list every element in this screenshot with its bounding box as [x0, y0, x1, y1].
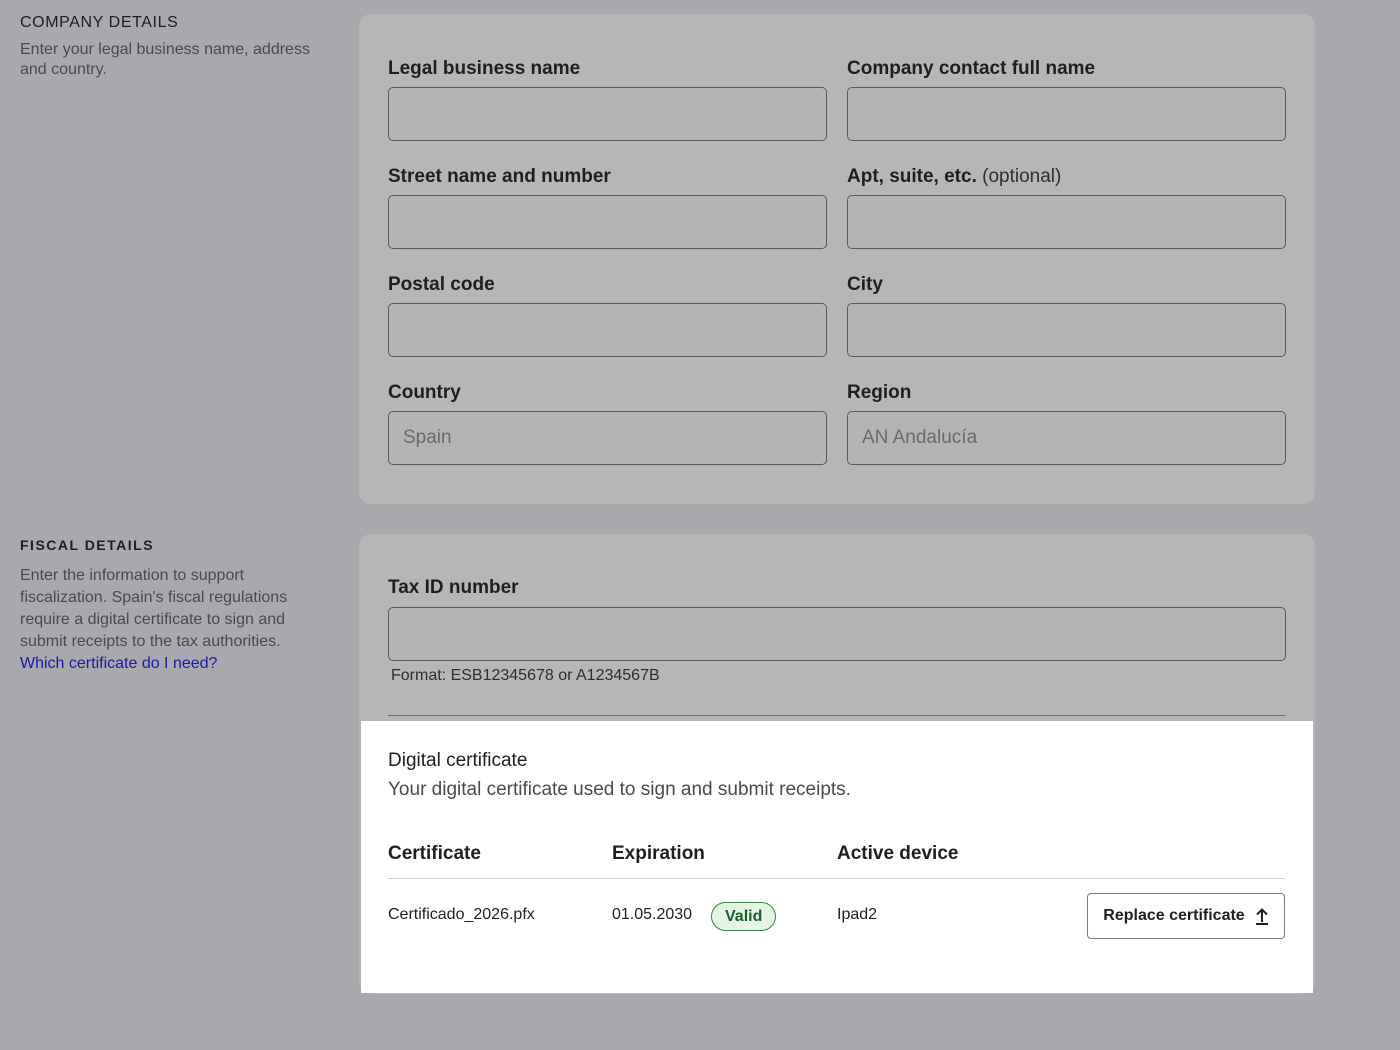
apt-label: Apt, suite, etc. (optional) [847, 166, 1061, 188]
country-select[interactable]: Spain [388, 411, 827, 465]
certificate-expiration-date: 01.05.2030 [612, 906, 693, 923]
fiscal-details-description: Enter the information to support fiscali… [20, 567, 288, 650]
city-input[interactable] [847, 303, 1286, 357]
upload-icon [1255, 907, 1269, 925]
postal-code-label: Postal code [388, 274, 495, 295]
status-badge: Valid [711, 902, 777, 931]
digital-certificate-panel: Digital certificate Your digital certifi… [361, 721, 1313, 993]
street-label: Street name and number [388, 166, 611, 187]
legal-business-name-label: Legal business name [388, 58, 581, 79]
table-header-divider [388, 878, 1285, 879]
column-header-expiration: Expiration [612, 843, 705, 864]
optional-tag: (optional) [982, 166, 1062, 187]
region-select[interactable]: AN Andalucía [847, 411, 1286, 465]
fiscal-details-intro: FISCAL DETAILS Enter the information to … [20, 537, 330, 675]
company-details-intro: COMPANY DETAILS Enter your legal busines… [20, 14, 330, 80]
certificate-file-name: Certificado_2026.pfx [388, 906, 535, 923]
column-header-certificate: Certificate [388, 843, 481, 864]
postal-code-input[interactable] [388, 303, 827, 357]
country-label: Country [388, 382, 461, 403]
apt-input[interactable] [847, 195, 1286, 249]
legal-business-name-input[interactable] [388, 87, 827, 141]
city-label: City [847, 274, 883, 295]
tax-id-label: Tax ID number [388, 577, 519, 598]
replace-certificate-label: Replace certificate [1103, 907, 1245, 924]
column-header-active-device: Active device [837, 843, 959, 864]
company-contact-name-label: Company contact full name [847, 58, 1096, 79]
fiscal-details-heading: FISCAL DETAILS [20, 537, 155, 553]
replace-certificate-button[interactable]: Replace certificate [1087, 893, 1285, 939]
digital-certificate-title: Digital certificate [388, 750, 528, 771]
street-input[interactable] [388, 195, 827, 249]
which-certificate-link[interactable]: Which certificate do I need? [20, 653, 217, 675]
active-device-name: Ipad2 [837, 906, 878, 923]
section-divider [388, 715, 1286, 716]
company-details-heading: COMPANY DETAILS [20, 14, 179, 31]
company-details-description: Enter your legal business name, address … [20, 41, 310, 78]
tax-id-format-hint: Format: ESB12345678 or A1234567B [391, 667, 660, 684]
company-details-card: Legal business name Company contact full… [359, 14, 1315, 504]
digital-certificate-subtitle: Your digital certificate used to sign an… [388, 779, 851, 800]
apt-label-text: Apt, suite, etc. [847, 166, 977, 187]
region-label: Region [847, 382, 912, 403]
company-contact-name-input[interactable] [847, 87, 1286, 141]
tax-id-input[interactable] [388, 607, 1286, 661]
